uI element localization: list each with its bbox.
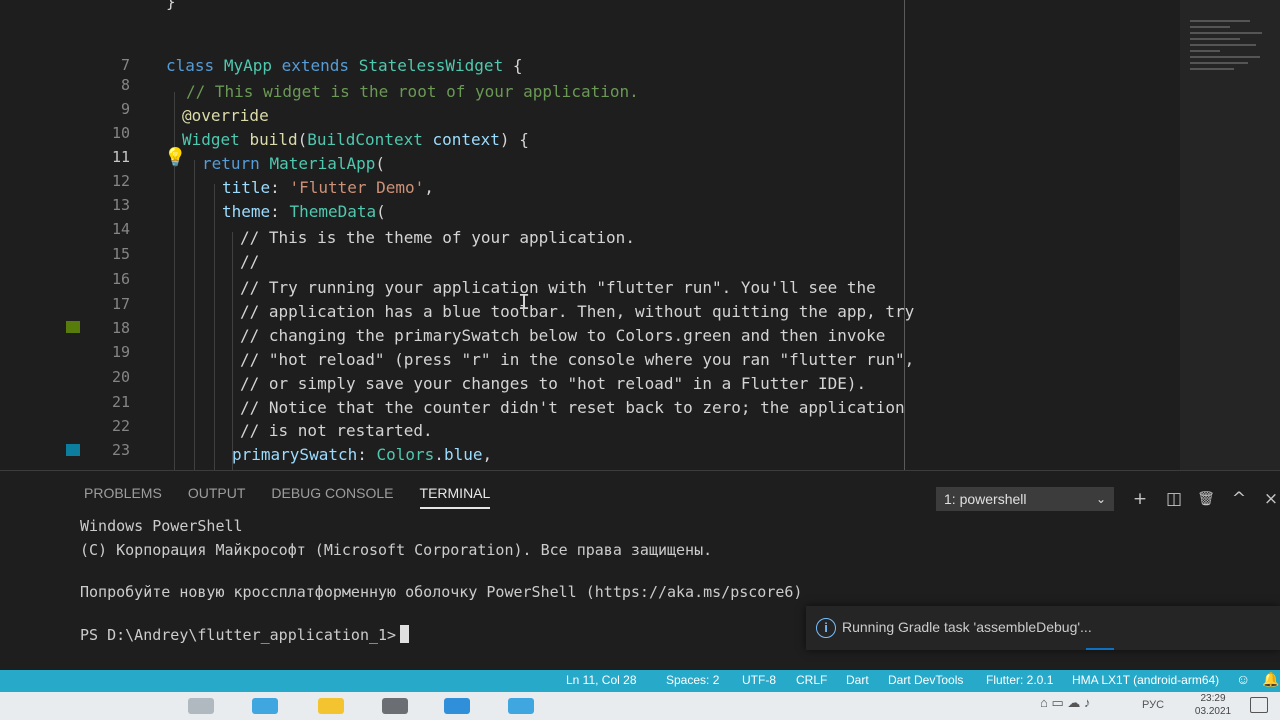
notification-text: Running Gradle task 'assembleDebug'...	[842, 619, 1092, 635]
terminal-line: Попробуйте новую кроссплатформенную обол…	[80, 583, 803, 601]
tab-output[interactable]: OUTPUT	[188, 479, 246, 509]
status-indentation[interactable]: Spaces: 2	[666, 673, 719, 687]
status-devtools[interactable]: Dart DevTools	[888, 673, 963, 687]
code-line: // "hot reload" (press "r" in the consol…	[240, 350, 915, 369]
lightbulb-icon[interactable]: 💡	[164, 147, 186, 168]
maximize-panel-icon[interactable]: ^	[1228, 487, 1250, 511]
status-device[interactable]: HMA LX1T (android-arm64)	[1072, 673, 1219, 687]
taskbar-app-icon[interactable]	[188, 698, 214, 714]
chevron-down-icon: ⌄	[1095, 492, 1106, 506]
code-area[interactable]: } class MyApp extends StatelessWidget { …	[0, 0, 914, 470]
code-line: }	[166, 0, 176, 11]
code-line: @override	[182, 106, 269, 125]
split-terminal-icon[interactable]: ◫	[1163, 487, 1185, 511]
code-line: //	[240, 252, 260, 271]
i-beam-cursor-icon: I	[518, 290, 531, 314]
code-line: // Try running your application with "fl…	[240, 278, 876, 297]
editor-ruler	[904, 0, 905, 470]
tray-icons[interactable]: ⌂ ▭ ☁ ♪	[1040, 695, 1090, 711]
feedback-icon[interactable]: ☺	[1236, 671, 1250, 687]
tab-debug-console[interactable]: DEBUG CONSOLE	[271, 479, 393, 509]
taskbar-folder-icon[interactable]	[318, 698, 344, 714]
panel-tabs: PROBLEMS OUTPUT DEBUG CONSOLE TERMINAL	[84, 479, 491, 509]
status-flutter-version[interactable]: Flutter: 2.0.1	[986, 673, 1053, 687]
code-line: Widget build(BuildContext context) {	[182, 130, 529, 149]
code-line: // is not restarted.	[240, 421, 433, 440]
action-center-icon[interactable]	[1250, 697, 1268, 713]
status-encoding[interactable]: UTF-8	[742, 673, 776, 687]
taskbar-app-icon[interactable]	[252, 698, 278, 714]
code-line: return MaterialApp(	[202, 154, 386, 173]
close-panel-icon[interactable]: ×	[1260, 487, 1280, 511]
taskbar-clock[interactable]: 23:29 03.2021	[1188, 692, 1238, 718]
windows-taskbar: ⌂ ▭ ☁ ♪ РУС 23:29 03.2021	[0, 692, 1280, 720]
code-line: primarySwatch: Colors.blue,	[232, 445, 493, 464]
language-indicator[interactable]: РУС	[1142, 699, 1164, 711]
code-line: // Notice that the counter didn't reset …	[240, 398, 905, 417]
terminal-select-value: 1: powershell	[944, 491, 1027, 507]
status-language[interactable]: Dart	[846, 673, 869, 687]
clock-time: 23:29	[1200, 693, 1226, 704]
clock-date: 03.2021	[1194, 706, 1232, 717]
indent-guide	[232, 232, 233, 470]
info-icon: i	[816, 618, 836, 638]
code-line: // This is the theme of your application…	[240, 228, 635, 247]
trash-icon[interactable]: 🗑	[1195, 487, 1217, 511]
code-line: // changing the primarySwatch below to C…	[240, 326, 886, 345]
taskbar-store-icon[interactable]	[382, 698, 408, 714]
terminal-prompt: PS D:\Andrey\flutter_application_1>	[80, 626, 397, 644]
indent-guide	[214, 184, 215, 470]
taskbar-app-icon[interactable]	[508, 698, 534, 714]
tab-terminal[interactable]: TERMINAL	[419, 479, 491, 509]
code-line: // or simply save your changes to "hot r…	[240, 374, 867, 393]
code-line: // This widget is the root of your appli…	[186, 82, 639, 101]
code-line: theme: ThemeData(	[222, 202, 386, 221]
indent-guide	[194, 160, 195, 470]
new-terminal-icon[interactable]: +	[1129, 487, 1151, 511]
status-bar: Ln 11, Col 28 Spaces: 2 UTF-8 CRLF Dart …	[0, 670, 1280, 692]
terminal-line: (C) Корпорация Майкрософт (Microsoft Cor…	[80, 541, 713, 559]
status-cursor-position[interactable]: Ln 11, Col 28	[566, 673, 637, 687]
bell-icon[interactable]: 🔔	[1262, 671, 1279, 688]
terminal-caret	[400, 625, 410, 643]
code-line: class MyApp extends StatelessWidget {	[166, 56, 523, 75]
minimap[interactable]	[1180, 0, 1280, 470]
notification-toast[interactable]: i Running Gradle task 'assembleDebug'...	[806, 606, 1280, 650]
notification-progress	[1086, 648, 1114, 650]
terminal-select-dropdown[interactable]: 1: powershell ⌄	[936, 487, 1114, 511]
code-line: title: 'Flutter Demo',	[222, 178, 434, 197]
tab-problems[interactable]: PROBLEMS	[84, 479, 162, 509]
terminal-prompt-line[interactable]: PS D:\Andrey\flutter_application_1>	[80, 625, 410, 644]
taskbar-vscode-icon[interactable]	[444, 698, 470, 714]
status-line-ending[interactable]: CRLF	[796, 673, 827, 687]
code-line: // application has a blue toolbar. Then,…	[240, 302, 915, 321]
code-editor[interactable]: 7 8 9 10 11 12 13 14 15 16 17 18 19 20 2…	[0, 0, 1280, 470]
terminal-line: Windows PowerShell	[80, 517, 243, 535]
